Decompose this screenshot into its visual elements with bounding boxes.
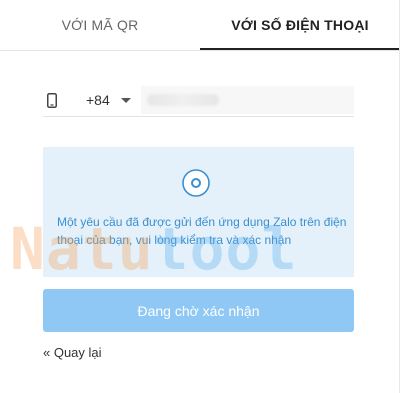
caret-down-icon[interactable]: [121, 98, 131, 103]
waiting-confirmation-button[interactable]: Đang chờ xác nhận: [43, 289, 354, 332]
country-code[interactable]: +84: [86, 92, 110, 108]
radio-ring-icon: [182, 169, 210, 197]
login-tabs: VỚI MÃ QR VỚI SỐ ĐIỆN THOẠI: [0, 0, 400, 51]
mobile-phone-icon: [47, 93, 57, 108]
tab-qr-code[interactable]: VỚI MÃ QR: [0, 0, 200, 49]
redacted-phone-number: [147, 94, 219, 106]
notice-message: Một yêu cầu đã được gửi đến ứng dụng Zal…: [57, 215, 347, 247]
back-link[interactable]: « Quay lại: [43, 345, 102, 360]
tab-phone-number[interactable]: VỚI SỐ ĐIỆN THOẠI: [200, 0, 400, 50]
phone-field-row: +84: [43, 86, 354, 117]
confirmation-notice: Một yêu cầu đã được gửi đến ứng dụng Zal…: [43, 147, 354, 277]
tab-qr-code-label: VỚI MÃ QR: [61, 16, 139, 33]
tab-phone-number-label: VỚI SỐ ĐIỆN THOẠI: [231, 16, 369, 33]
active-tab-indicator: [200, 48, 400, 50]
